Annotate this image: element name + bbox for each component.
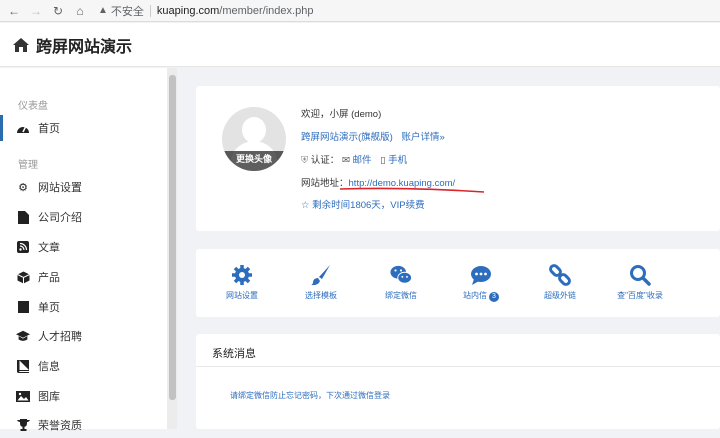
red-underline-annotation <box>339 187 485 193</box>
account-details-link[interactable]: 账户详情» <box>401 132 444 143</box>
cube-icon <box>16 270 30 284</box>
sidebar-item-honors[interactable]: 荣誉资质 <box>0 412 167 438</box>
back-icon[interactable]: ← <box>6 3 22 19</box>
tool-choose-template[interactable]: 选择模板 <box>286 264 356 301</box>
change-avatar-button[interactable]: 更换头像 <box>222 151 286 171</box>
star-icon: ☆ <box>301 200 310 211</box>
sidebar-item-products[interactable]: 产品 <box>0 264 167 290</box>
app-header: 跨屏网站演示 <box>0 23 720 67</box>
sidebar-item-label: 单页 <box>38 302 60 314</box>
address-bar[interactable]: ▲ 不安全 kuaping.com/member/index.php <box>98 3 313 19</box>
search-icon <box>630 265 651 286</box>
tool-baidu-index[interactable]: 查"百度"收录 <box>605 264 675 301</box>
book-icon <box>16 359 30 373</box>
url-path: /member/index.php <box>219 4 314 17</box>
vip-renew-link[interactable]: 剩余时间1806天，VIP续费 <box>312 200 424 211</box>
page-title: 跨屏网站演示 <box>36 38 133 56</box>
sidebar-item-label: 产品 <box>38 272 60 284</box>
tool-label: 选择模板 <box>305 291 337 300</box>
sidebar-item-gallery[interactable]: 图库 <box>0 383 167 409</box>
forward-icon[interactable]: → <box>28 3 44 19</box>
tool-messages[interactable]: 站内信 3 <box>446 264 516 302</box>
shield-icon: ⛨ <box>301 155 309 166</box>
sidebar-item-label: 人才招聘 <box>38 331 82 343</box>
gear-icon: ⚙ <box>18 181 28 194</box>
image-icon <box>16 389 30 403</box>
sidebar-section-manage: 管理 <box>18 160 38 171</box>
brush-icon <box>311 265 330 286</box>
sidebar-item-label: 首页 <box>38 123 60 135</box>
system-messages-title: 系统消息 <box>212 348 256 360</box>
remaining-row: ☆ 剩余时间1806天，VIP续费 <box>301 197 425 211</box>
trophy-icon <box>16 418 30 432</box>
plan-row: 跨屏网站演示(旗舰版) 账户详情» <box>301 129 445 143</box>
file-icon <box>16 210 30 224</box>
sidebar-item-articles[interactable]: 文章 <box>0 234 167 260</box>
scrollbar-thumb[interactable] <box>169 75 176 400</box>
tool-bind-wechat[interactable]: 绑定微信 <box>366 264 436 301</box>
tool-label: 绑定微信 <box>385 291 417 300</box>
home-icon[interactable]: ⌂ <box>72 3 88 19</box>
home-icon[interactable] <box>12 37 30 53</box>
graduation-cap-icon <box>16 329 30 343</box>
reload-icon[interactable]: ↻ <box>50 3 66 19</box>
dashboard-icon <box>16 121 30 135</box>
avatar[interactable]: 更换头像 <box>222 107 286 171</box>
sidebar-item-pages[interactable]: 单页 <box>0 294 167 320</box>
tool-label: 超级外链 <box>544 291 576 300</box>
message-item[interactable]: 请绑定微信防止忘记密码，下次通过微信登录 <box>230 390 390 401</box>
sidebar-item-company[interactable]: 公司介绍 <box>0 204 167 230</box>
tool-label: 网站设置 <box>226 291 258 300</box>
sidebar-section-dashboard: 仪表盘 <box>18 101 48 112</box>
welcome-text: 欢迎，小屏 (demo) <box>301 109 382 120</box>
sidebar-item-label: 公司介绍 <box>38 212 82 224</box>
sidebar-item-label: 荣誉资质 <box>38 420 82 432</box>
verify-row: ⛨ 认证： ✉ 邮件 ▯ 手机 <box>301 152 407 166</box>
divider <box>196 366 720 367</box>
gear-icon <box>232 265 252 285</box>
mail-icon: ✉ <box>341 155 350 166</box>
sidebar-item-label: 图库 <box>38 391 60 403</box>
sidebar-item-home[interactable]: 首页 <box>0 115 167 141</box>
sidebar-item-jobs[interactable]: 人才招聘 <box>0 323 167 349</box>
email-link[interactable]: 邮件 <box>353 155 372 166</box>
wechat-icon <box>390 265 412 284</box>
link-icon <box>549 264 571 286</box>
phone-icon: ▯ <box>380 155 386 166</box>
tool-label: 查"百度"收录 <box>617 291 663 300</box>
tool-site-settings[interactable]: 网站设置 <box>207 264 277 301</box>
sidebar-item-site-settings[interactable]: ⚙ 网站设置 <box>0 174 167 200</box>
url-host: kuaping.com <box>156 4 220 17</box>
tool-label: 站内信 <box>463 291 488 300</box>
system-messages-card <box>196 334 720 429</box>
security-label: 不安全 <box>110 5 144 18</box>
verify-label: 认证： <box>310 155 340 166</box>
sidebar-item-label: 网站设置 <box>38 182 82 194</box>
warning-icon: ▲ <box>98 5 108 16</box>
tool-super-links[interactable]: 超级外链 <box>525 264 595 301</box>
sidebar-item-label: 信息 <box>38 361 60 373</box>
sidebar-item-info[interactable]: 信息 <box>0 353 167 379</box>
chat-icon <box>471 266 491 285</box>
bookmark-icon <box>16 300 30 314</box>
unread-badge: 3 <box>489 292 499 302</box>
phone-link[interactable]: 手机 <box>388 155 407 166</box>
rss-icon <box>16 240 30 254</box>
sidebar-item-label: 文章 <box>38 242 60 254</box>
plan-link[interactable]: 跨屏网站演示(旗舰版) <box>301 132 393 143</box>
browser-toolbar: ← → ↻ ⌂ ▲ 不安全 kuaping.com/member/index.p… <box>0 0 720 22</box>
